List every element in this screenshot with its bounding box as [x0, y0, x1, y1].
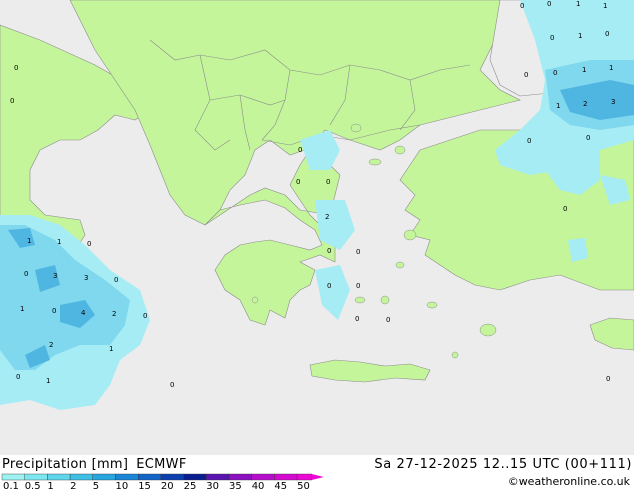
east-landmass: [589, 317, 634, 351]
precip-label: 0: [606, 375, 610, 383]
precip-label: 0: [356, 282, 360, 290]
precip-label: 1: [609, 64, 613, 72]
map-footer: Precipitation [mm] ECMWF Sa 27-12-2025 12…: [0, 455, 634, 490]
legend-label: 50: [297, 481, 310, 490]
precip-label: 0: [553, 69, 557, 77]
legend-label: 0.1: [3, 481, 19, 490]
precip-label: 0: [547, 0, 551, 8]
precip-label: 1: [27, 237, 31, 245]
legend-label: 0.5: [25, 481, 41, 490]
legend-swatch: [137, 473, 162, 481]
precip-label: 0: [24, 270, 28, 278]
legend-label: 15: [138, 481, 151, 490]
precip-label: 0: [326, 178, 330, 186]
legend-arrow: [311, 474, 324, 480]
legend-label: 5: [93, 481, 99, 490]
legend-label: 40: [252, 481, 265, 490]
precip-label: 0: [527, 137, 531, 145]
precip-label: 0: [10, 97, 14, 105]
map-canvas: 0 0 1 1 0 0 1 0 1 1 0 1 2 3 0 0 0 0 0 0 …: [0, 0, 634, 410]
model-label: ECMWF: [136, 457, 187, 472]
legend-swatch: [206, 473, 230, 481]
precip-label: 0: [386, 316, 390, 324]
precip-label: 3: [84, 274, 88, 282]
precip-label: 0: [524, 71, 528, 79]
precip-label: 4: [81, 309, 86, 317]
precip-label: 3: [53, 272, 57, 280]
precip-label: 0: [563, 205, 567, 213]
precip-label: 0: [114, 276, 118, 284]
legend-label: 45: [274, 481, 287, 490]
legend-swatch: [274, 473, 298, 481]
legend-swatch: [183, 473, 207, 481]
precip-legend: 0.1 0.5 1 2 5 10 15 20 25 30 35 40 45 50: [1, 473, 324, 490]
legend-swatch: [24, 473, 48, 481]
precip-label: 0: [356, 248, 360, 256]
legend-label: 1: [47, 481, 53, 490]
precip-label: 0: [355, 315, 359, 323]
legend-swatch: [228, 473, 252, 481]
precip-label: 0: [143, 312, 147, 320]
precip-label: 1: [46, 377, 50, 385]
precip-label: 2: [325, 213, 329, 221]
credit-text[interactable]: ©weatheronline.co.uk: [508, 475, 630, 488]
legend-swatch: [69, 473, 93, 481]
precip-label: 0: [298, 146, 302, 154]
precip-label: 3: [611, 98, 615, 106]
precip-label: 0: [170, 381, 174, 389]
precip-label: 0: [296, 178, 300, 186]
precip-label: 0: [550, 34, 554, 42]
precip-label: 0: [327, 282, 331, 290]
legend-swatch: [160, 473, 184, 481]
precip-label: 1: [556, 102, 560, 110]
variable-label: Precipitation [mm]: [2, 457, 129, 472]
precip-label: 0: [520, 2, 524, 10]
precipitation-map[interactable]: 0 0 1 1 0 0 1 0 1 1 0 1 2 3 0 0 0 0 0 0 …: [0, 0, 634, 455]
precip-label: 1: [20, 305, 24, 313]
legend-swatch: [115, 473, 139, 481]
legend-swatch: [251, 473, 275, 481]
precip-label: 0: [14, 64, 18, 72]
precip-label: 0: [327, 247, 331, 255]
crete-landmass: [309, 359, 431, 383]
precip-label: 1: [603, 2, 607, 10]
precip-label: 1: [109, 345, 113, 353]
precip-label: 1: [57, 238, 61, 246]
precip-label: 2: [49, 341, 53, 349]
legend-swatch: [47, 473, 71, 481]
precip-label: 1: [582, 66, 586, 74]
legend-label: 35: [229, 481, 242, 490]
legend-label: 25: [184, 481, 197, 490]
precip-label: 1: [578, 32, 582, 40]
map-title: Precipitation [mm] ECMWF: [2, 457, 195, 472]
valid-time: Sa 27-12-2025 12..15 UTC (00+111): [374, 457, 632, 472]
legend-label: 2: [70, 481, 76, 490]
legend-label: 20: [161, 481, 174, 490]
precip-label: 2: [583, 100, 587, 108]
precip-label: 1: [576, 0, 580, 8]
legend-label: 10: [116, 481, 129, 490]
precip-label: 0: [586, 134, 590, 142]
legend-label: 30: [206, 481, 219, 490]
legend-swatch: [1, 473, 25, 481]
precip-label: 0: [16, 373, 20, 381]
legend-swatch: [92, 473, 116, 481]
precip-label: 0: [52, 307, 56, 315]
precip-label: 2: [112, 310, 116, 318]
legend-swatch: [296, 473, 313, 481]
precip-label: 0: [605, 30, 609, 38]
precip-label: 0: [87, 240, 91, 248]
